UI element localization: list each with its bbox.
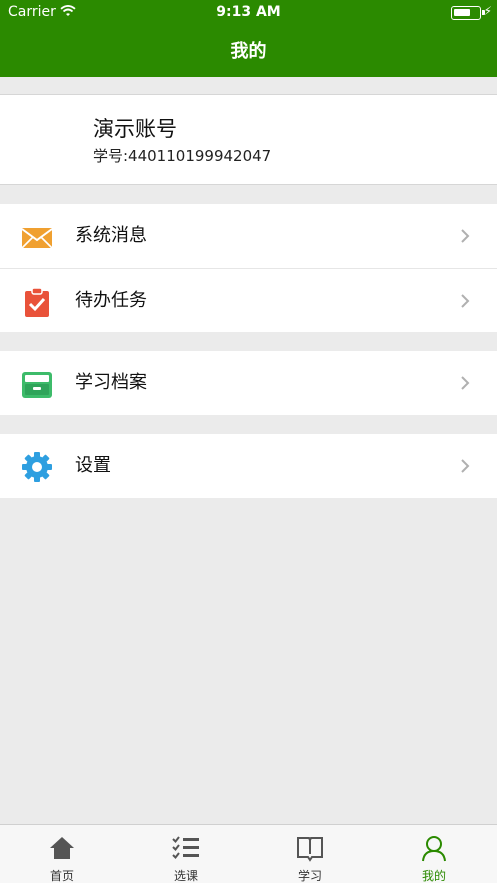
tab-home[interactable]: 首页 <box>0 825 124 883</box>
book-icon <box>297 837 323 862</box>
tab-label: 选课 <box>173 869 198 883</box>
menu-group-1: 系统消息 待办任务 <box>0 204 497 332</box>
tab-study[interactable]: 学习 <box>248 825 372 883</box>
menu-item-todo-tasks[interactable]: 待办任务 <box>0 268 497 332</box>
clipboard-check-icon <box>25 287 49 317</box>
menu-item-label: 系统消息 <box>75 225 147 246</box>
menu-item-settings[interactable]: 设置 <box>0 434 497 498</box>
page-title: 我的 <box>0 26 497 77</box>
gear-icon <box>22 452 52 482</box>
account-name: 演示账号 <box>93 117 177 141</box>
student-id: 学号:440110199942047 <box>93 147 272 165</box>
tab-label: 学习 <box>297 869 322 883</box>
menu-item-label: 设置 <box>75 455 111 476</box>
charging-icon: ⚡ <box>483 4 492 18</box>
profile-card[interactable]: 演示账号 学号:440110199942047 <box>0 94 497 185</box>
home-icon <box>50 837 74 859</box>
menu-item-label: 学习档案 <box>75 372 147 393</box>
tab-bar: 首页 选课 学习 我的 <box>0 824 497 883</box>
menu-group-2: 学习档案 <box>0 351 497 415</box>
chevron-right-icon <box>461 459 470 473</box>
tab-label: 我的 <box>421 869 446 883</box>
tab-course-selection[interactable]: 选课 <box>124 825 248 883</box>
checklist-icon <box>172 836 199 860</box>
menu-item-label: 待办任务 <box>75 290 147 311</box>
battery-icon <box>451 6 485 20</box>
chevron-right-icon <box>461 229 470 243</box>
tab-label: 首页 <box>49 869 74 883</box>
menu-item-system-messages[interactable]: 系统消息 <box>0 204 497 268</box>
tab-mine[interactable]: 我的 <box>372 825 496 883</box>
envelope-icon <box>21 228 53 249</box>
chevron-right-icon <box>461 376 470 390</box>
clock: 9:13 AM <box>216 4 281 20</box>
menu-group-3: 设置 <box>0 434 497 498</box>
status-bar: Carrier 9:13 AM ⚡ <box>0 0 497 26</box>
user-icon <box>422 836 446 862</box>
menu-item-learning-archive[interactable]: 学习档案 <box>0 351 497 415</box>
chevron-right-icon <box>461 294 470 308</box>
archive-box-icon <box>22 372 52 398</box>
